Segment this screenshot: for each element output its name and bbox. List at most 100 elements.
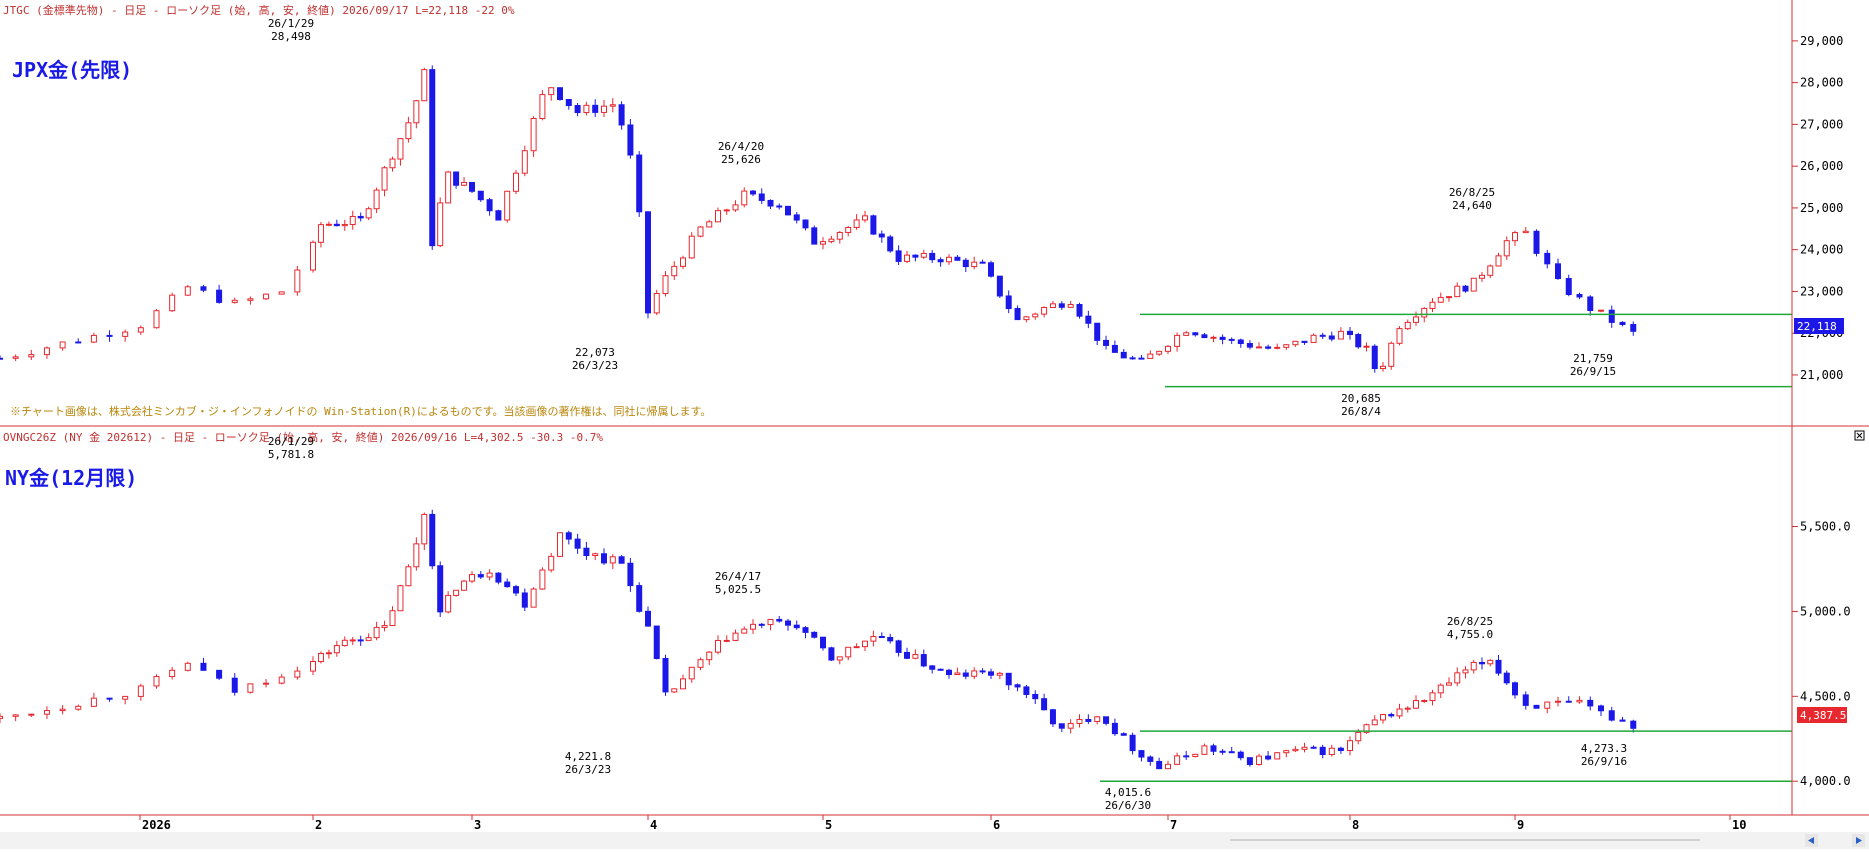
arrow-left-icon[interactable] [1805, 834, 1818, 847]
candle-up [904, 254, 910, 262]
annotation-line-2: 28,498 [271, 30, 311, 43]
candle-up [445, 171, 452, 204]
candle-up [90, 697, 97, 707]
candle-down [1337, 747, 1344, 752]
candle-down [988, 671, 994, 676]
candle-down [1310, 746, 1317, 749]
candle-down [453, 171, 460, 186]
candle-down [1587, 699, 1594, 707]
candle-down [1129, 734, 1136, 752]
scrollbar[interactable] [0, 832, 1869, 849]
x-tick-label: 7 [1170, 818, 1177, 832]
annotation-line-1: 21,759 [1573, 352, 1613, 365]
candle-up [310, 241, 316, 271]
candle-up [741, 628, 748, 634]
candle-up [461, 181, 468, 186]
candle-up [421, 69, 428, 102]
candle-down [1347, 330, 1353, 335]
candle-up [59, 708, 66, 712]
candle-up [697, 659, 704, 668]
candle-down [1210, 745, 1217, 752]
candle-up [1437, 296, 1444, 303]
candle-up [1462, 669, 1469, 674]
candle-down [583, 547, 590, 556]
bottom-last-price: 4,387.5 [1800, 709, 1846, 722]
candle-down [618, 104, 625, 126]
candle-up [1404, 321, 1411, 330]
y-tick-label: 26,000 [1800, 159, 1843, 173]
annotation-line-2: 26/9/15 [1570, 365, 1616, 378]
candle-down [557, 87, 563, 101]
candle-down [1120, 733, 1127, 736]
candle-down [1032, 693, 1039, 700]
candle-up [184, 662, 191, 671]
candle-up [653, 293, 660, 314]
candle-up [1380, 714, 1386, 721]
candle-down [1183, 755, 1190, 758]
y-tick-label: 28,000 [1800, 76, 1843, 90]
candle-up [971, 261, 978, 268]
candle-down [1094, 322, 1101, 341]
candle-up [853, 646, 860, 649]
candle-down [1371, 345, 1378, 370]
annotation-line-1: 22,073 [575, 346, 615, 359]
candle-down [1076, 304, 1083, 317]
annotation-line-1: 26/1/29 [268, 17, 314, 30]
candle-down [1005, 295, 1012, 310]
candle-up [1067, 304, 1074, 308]
candle-down [513, 586, 519, 594]
candle-up [971, 670, 978, 677]
candle-up [453, 589, 460, 596]
candle-down [200, 662, 207, 671]
candle-down [785, 205, 791, 216]
candle-down [929, 252, 936, 261]
candle-up [1337, 330, 1344, 340]
candle-up [310, 660, 316, 672]
x-tick-label: 2026 [142, 818, 171, 832]
bottom-panel: OVNGC26Z (NY 金 202612) - 日足 - ローソク足 (始, … [0, 430, 1865, 812]
close-icon[interactable] [1854, 430, 1865, 441]
candle-up [1429, 692, 1436, 702]
candle-up [1310, 334, 1317, 343]
candle-up [317, 224, 324, 243]
candle-up [715, 640, 721, 653]
candle-up [365, 208, 372, 219]
bottom-annotations: 26/1/295,781.8 4,221.826/3/23 26/4/175,025… [268, 435, 1627, 812]
candle-down [1246, 343, 1253, 348]
candle-up [504, 190, 511, 221]
chart-canvas: JTGC (金標準先物) - 日足 - ローソク足 (始, 高, 安, 終値) … [0, 0, 1869, 849]
candle-down [200, 286, 207, 291]
candle-up [1165, 345, 1171, 352]
y-tick-label: 24,000 [1800, 243, 1843, 257]
candle-down [937, 668, 944, 671]
candle-down [106, 697, 113, 700]
candle-down [1005, 672, 1012, 686]
x-tick-label: 6 [993, 818, 1000, 832]
candle-down [946, 669, 952, 675]
candle-down [574, 538, 581, 549]
candle-down [636, 154, 643, 213]
candle-up [750, 623, 756, 630]
candle-up [43, 347, 50, 356]
candle-up [397, 138, 404, 160]
candle-down [1587, 296, 1594, 311]
candle-up [1404, 707, 1411, 710]
x-tick-label: 9 [1517, 818, 1524, 832]
candle-up [767, 618, 774, 626]
candle-down [1479, 661, 1485, 665]
candle-down [1192, 332, 1199, 336]
candle-up [294, 269, 301, 293]
candle-down [1147, 756, 1154, 762]
candle-up [697, 226, 704, 237]
candle-up [1023, 316, 1030, 321]
arrow-right-icon[interactable] [1852, 834, 1865, 847]
candle-up [1274, 752, 1281, 760]
candle-up [445, 594, 452, 613]
candle-up [1283, 750, 1290, 754]
candle-up [405, 566, 412, 587]
candle-down [954, 256, 961, 261]
candle-down [357, 639, 364, 642]
candle-up [1555, 700, 1561, 703]
top-candles [0, 65, 1637, 373]
annotation-line-2: 24,640 [1452, 199, 1492, 212]
